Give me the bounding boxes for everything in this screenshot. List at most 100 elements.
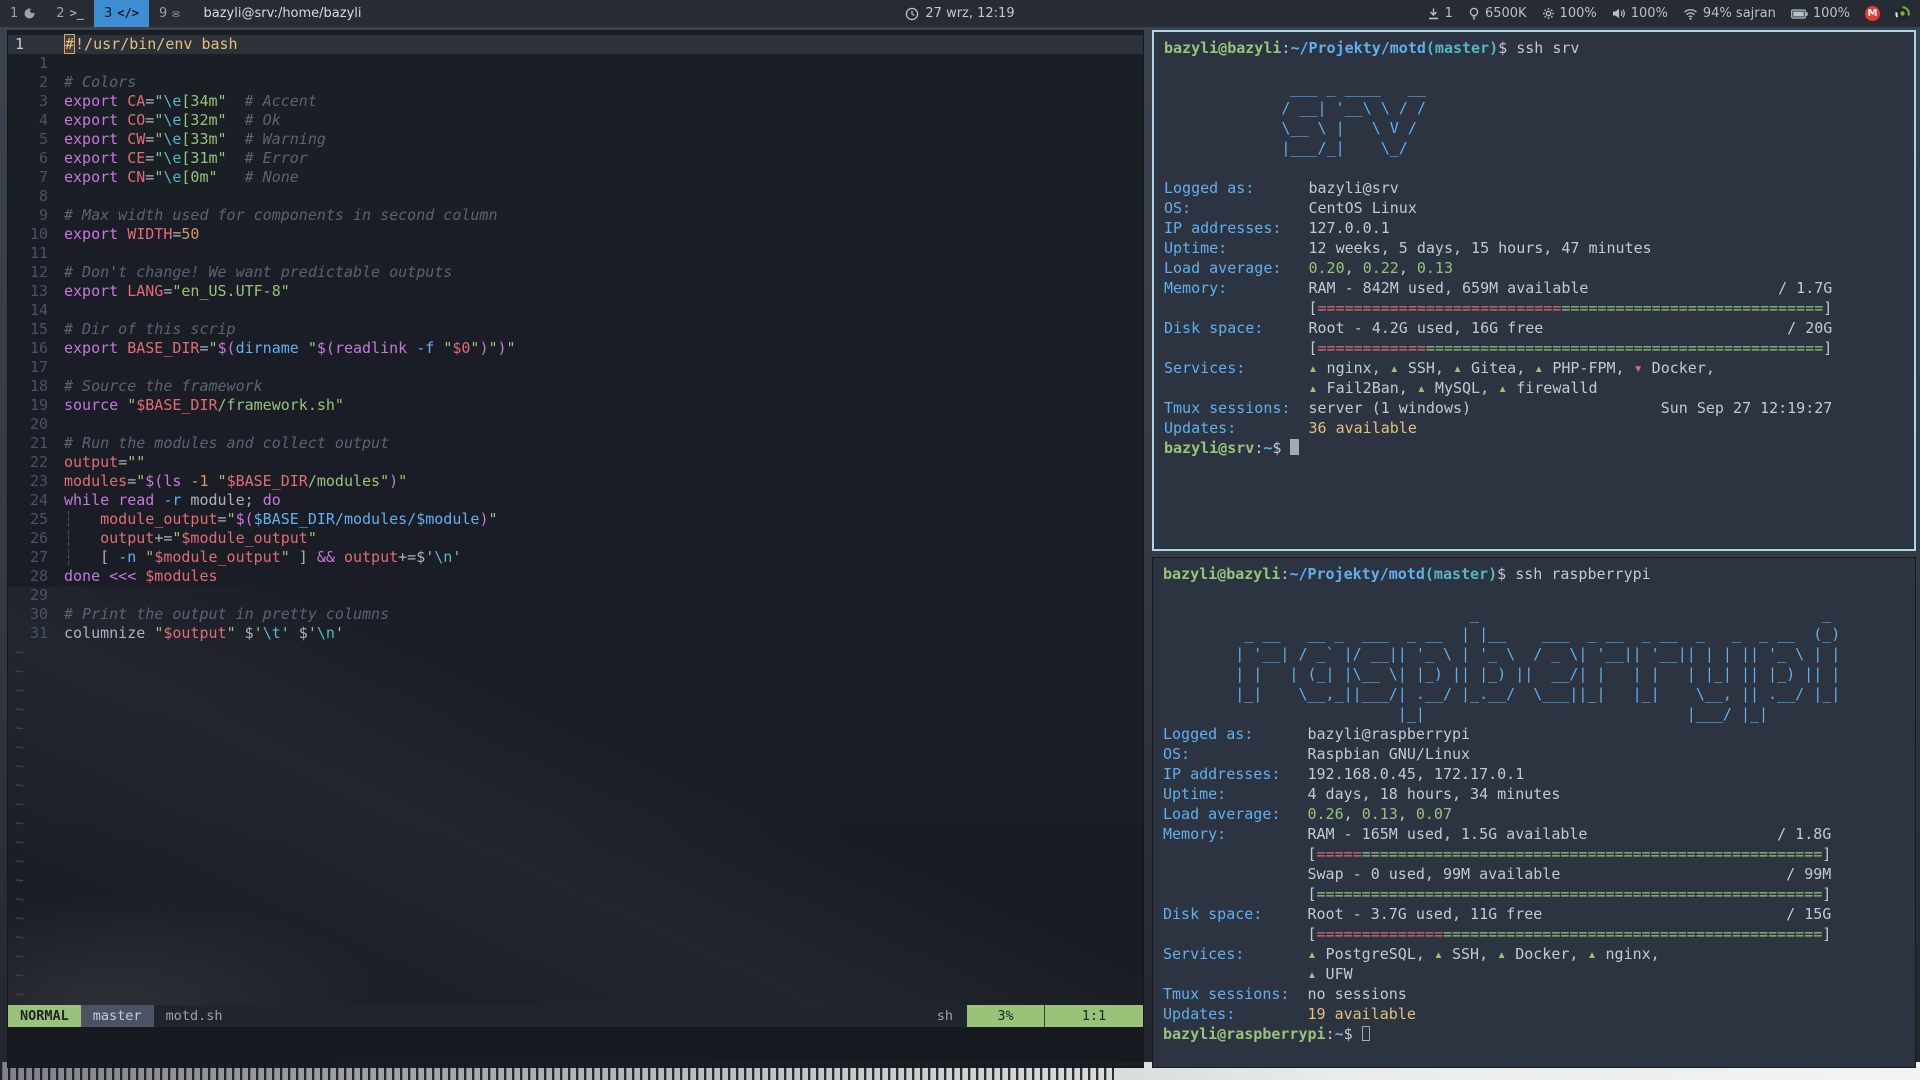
badge-m-icon: M	[1865, 6, 1880, 21]
terminal-line: | '__| / _` |/ __|| '_ \ | '_ \ / _ \| '…	[1163, 645, 1841, 663]
terminal-raspberrypi[interactable]: bazyli@bazyli:~/Projekty/motd(master)$ s…	[1152, 557, 1916, 1068]
line-number: 16	[29, 339, 48, 357]
tray-item-volume[interactable]: 100%	[1612, 6, 1668, 21]
tray-item-download[interactable]: 1	[1427, 6, 1453, 21]
terminal-line	[1164, 58, 1914, 78]
code-text: export WIDTH=50	[64, 225, 200, 243]
focused-window-title: bazyli@srv:/home/bazyli	[203, 6, 362, 21]
line-number: 5	[38, 130, 48, 148]
line-number: 28	[29, 567, 48, 585]
workspace-number: 1	[10, 6, 19, 21]
code-line: 11	[8, 244, 1143, 263]
empty-buffer-line: ~	[15, 757, 25, 775]
terminal-line: Updates: 36 available	[1164, 419, 1417, 437]
code-line: 7 export CN="\e[0m" # None	[8, 168, 1143, 187]
terminal-line: bazyli@bazyli:~/Projekty/motd(master)$ s…	[1163, 565, 1651, 583]
tray-item-badge-m[interactable]: M	[1865, 6, 1880, 21]
empty-buffer-line: ~	[15, 776, 25, 794]
tray-item-bulb[interactable]: 6500K	[1468, 6, 1527, 21]
line-number: 21	[29, 434, 48, 452]
terminal-line: Disk space: Root - 3.7G used, 11G free /…	[1163, 905, 1832, 923]
empty-buffer-line: ~	[15, 909, 25, 927]
terminal-line: Logged as: bazyli@raspberrypi	[1163, 725, 1471, 743]
code-line-current: 1 #!/usr/bin/env bash	[8, 34, 1143, 54]
terminal-line: Logged as: bazyli@srv	[1164, 179, 1399, 197]
line-number: 3	[38, 92, 48, 110]
line-number: 31	[29, 624, 48, 642]
line-number: 25	[29, 510, 48, 528]
line-number: 13	[29, 282, 48, 300]
code-text: # Print the output in pretty columns	[64, 605, 390, 623]
empty-buffer-line: ~	[15, 890, 25, 908]
tray-label: 100%	[1559, 6, 1597, 21]
terminal-srv[interactable]: bazyli@bazyli:~/Projekty/motd(master)$ s…	[1152, 30, 1916, 551]
code-line: 29	[8, 586, 1143, 605]
clock-text: 27 wrz, 12:19	[925, 6, 1015, 21]
workspace-button-2[interactable]: 2 >_	[46, 0, 94, 27]
terminal-line: \__ \ | \ V /	[1164, 119, 1426, 137]
code-line: 1	[8, 54, 1143, 73]
empty-buffer-line: ~	[15, 966, 25, 984]
empty-buffer-line: ~	[15, 662, 25, 680]
empty-buffer-line: ~	[15, 985, 25, 1003]
line-number: 18	[29, 377, 48, 395]
terminal-line: bazyli@srv:~$	[1164, 438, 1914, 458]
tray-label: 100%	[1812, 6, 1850, 21]
terminal-line: [=======================================…	[1163, 845, 1832, 863]
code-line: 8	[8, 187, 1143, 206]
terminal-line: ___ _ ____ __	[1164, 79, 1426, 97]
line-number: 4	[38, 111, 48, 129]
code-line: 14	[8, 301, 1143, 320]
cursor-block	[1290, 439, 1300, 455]
cursor-position: 1:1	[1045, 1005, 1143, 1027]
editor-window[interactable]: 1 #!/usr/bin/env bash 1 2 # Colors 3 export CA…	[7, 30, 1144, 1068]
tray-item-wifi[interactable]: 94% sajran	[1683, 6, 1776, 21]
badge-app-icon	[1895, 6, 1910, 21]
scroll-percent: 3%	[967, 1005, 1045, 1027]
terminal-line: Load average: 0.20, 0.22, 0.13	[1164, 259, 1453, 277]
vim-command-line	[8, 1027, 1143, 1067]
tray-item-badge-app[interactable]	[1895, 6, 1910, 21]
workspace-number: 2	[56, 6, 65, 21]
volume-icon	[1612, 7, 1626, 20]
terminal-line: Tmux sessions: server (1 windows) Sun Se…	[1164, 399, 1833, 417]
code-text: ┆ module_output="$($BASE_DIR/modules/$mo…	[64, 510, 498, 528]
code-line: 30 # Print the output in pretty columns	[8, 605, 1143, 624]
code-text: source "$BASE_DIR/framework.sh"	[64, 396, 344, 414]
workspace-list: 1 2 >_ 3 </> 9 ✉	[0, 0, 190, 27]
code-text: export CE="\e[31m" # Error	[64, 149, 308, 167]
empty-buffer-line: ~	[15, 681, 25, 699]
code-editor[interactable]: 1 #!/usr/bin/env bash 1 2 # Colors 3 export CA…	[8, 31, 1143, 1005]
code-line: 27 ┆ [ -n "$module_output" ] && output+=$…	[8, 548, 1143, 567]
terminal-line: OS: Raspbian GNU/Linux	[1163, 745, 1471, 763]
line-number: 7	[38, 168, 48, 186]
top-status-bar: 1 2 >_ 3 </> 9 ✉ bazyli@srv:/home/bazyli 27 wr…	[0, 0, 1920, 27]
tray-label: 6500K	[1484, 6, 1527, 21]
workspace-button-1[interactable]: 1	[0, 0, 46, 27]
tray-item-gear[interactable]: 100%	[1542, 6, 1597, 21]
workspace-button-3[interactable]: 3 </>	[94, 0, 149, 27]
code-text: done <<< $modules	[64, 567, 218, 585]
file-type: sh	[936, 1008, 953, 1024]
line-number: 23	[29, 472, 48, 490]
terminal-line: IP addresses: 192.168.0.45, 172.17.0.1	[1163, 765, 1525, 783]
code-text: # Run the modules and collect output	[64, 434, 390, 452]
code-text: export BASE_DIR="$(dirname "$(readlink -…	[64, 339, 516, 357]
code-line: 12 # Don't change! We want predictable ou…	[8, 263, 1143, 282]
workspace-button-9[interactable]: 9 ✉	[149, 0, 190, 27]
terminal-line: bazyli@bazyli:~/Projekty/motd(master)$ s…	[1164, 39, 1580, 57]
terminal-line: IP addresses: 127.0.0.1	[1164, 219, 1390, 237]
tray-item-battery[interactable]: 100%	[1790, 6, 1850, 21]
code-line: 20	[8, 415, 1143, 434]
code-line: 26 ┆ output+="$module_output"	[8, 529, 1143, 548]
line-number: 26	[29, 529, 48, 547]
terminal-line: OS: CentOS Linux	[1164, 199, 1417, 217]
code-text: # Source the framework	[64, 377, 263, 395]
terminal-line: |_| |___/ |_|	[1163, 705, 1832, 723]
terminal-line: Updates: 19 available	[1163, 1005, 1416, 1023]
wifi-icon	[1683, 8, 1698, 20]
terminal-line: Memory: RAM - 842M used, 659M available …	[1164, 279, 1833, 297]
code-text: modules="$(ls -1 "$BASE_DIR/modules")"	[64, 472, 408, 490]
code-text: columnize "$output" $'\t' $'\n'	[64, 624, 344, 642]
empty-buffer-line: ~	[15, 947, 25, 965]
